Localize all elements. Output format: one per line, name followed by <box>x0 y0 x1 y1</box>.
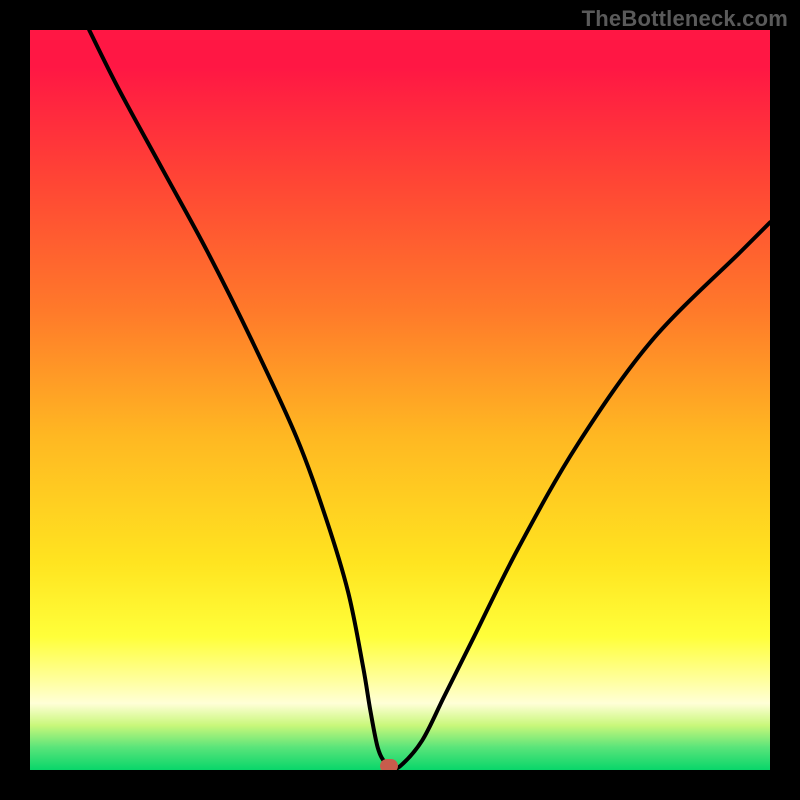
plot-area <box>30 30 770 770</box>
watermark-text: TheBottleneck.com <box>582 6 788 32</box>
chart-frame: TheBottleneck.com <box>0 0 800 800</box>
minimum-marker <box>380 759 398 770</box>
curve-svg <box>30 30 770 770</box>
bottleneck-curve-path <box>89 30 770 768</box>
